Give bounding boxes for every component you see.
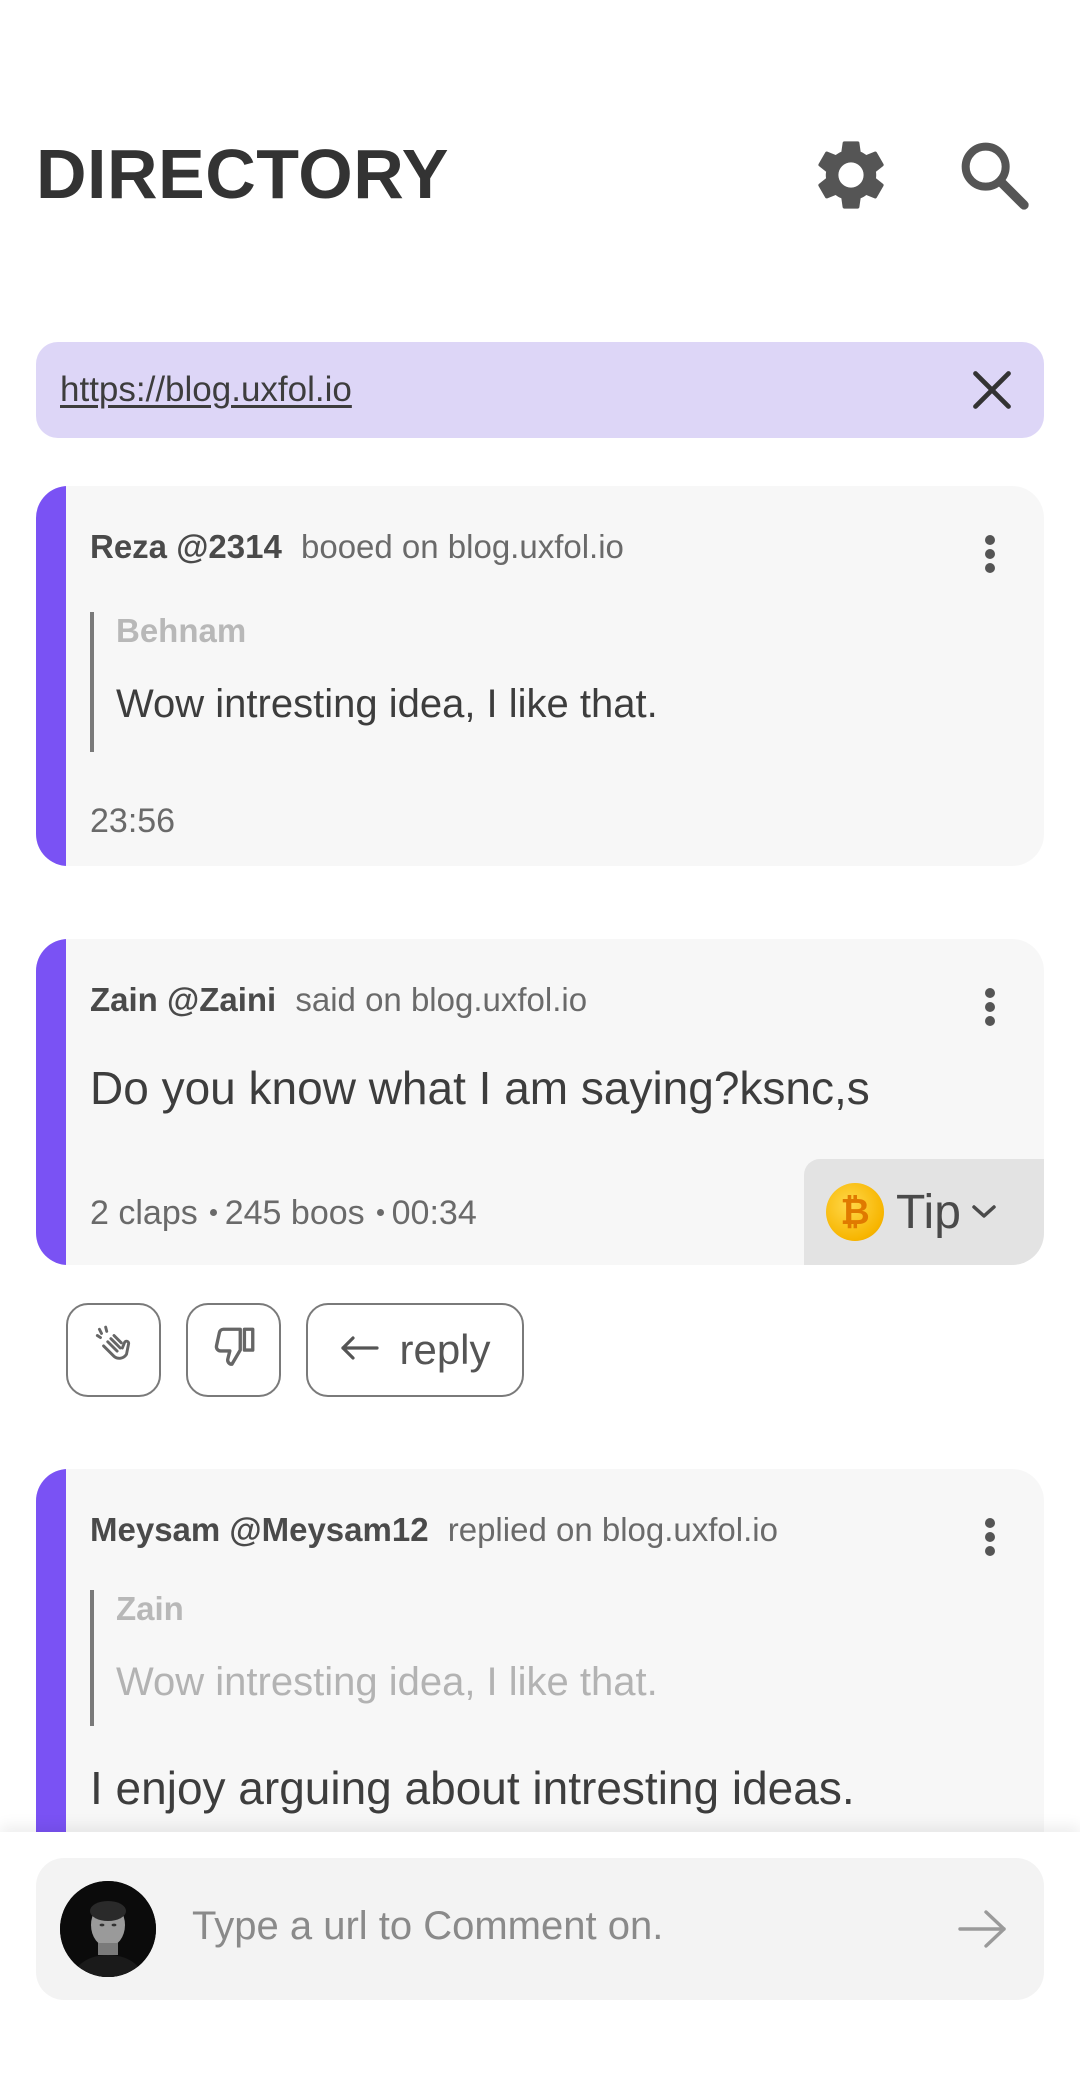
comment-text: I enjoy arguing about intresting ideas. [90, 1762, 855, 1814]
close-icon[interactable] [962, 360, 1022, 420]
composer-bar [0, 1832, 1080, 2100]
author-handle[interactable]: @Zaini [167, 981, 276, 1018]
author-handle[interactable]: @Meysam12 [229, 1511, 428, 1548]
clap-button[interactable] [66, 1303, 161, 1397]
feed-card[interactable]: Reza @2314 booed on blog.uxfol.io Behnam… [36, 486, 1044, 866]
avatar[interactable] [60, 1881, 156, 1977]
boo-button[interactable] [186, 1303, 281, 1397]
quote-text: Wow intresting idea, I like that. [116, 682, 658, 726]
card-accent-bar [36, 939, 66, 1265]
search-icon[interactable] [949, 130, 1039, 220]
reply-label: reply [399, 1326, 491, 1373]
claps-count: 2 claps [90, 1194, 198, 1232]
card-meta: Reza @2314 booed on blog.uxfol.io [90, 528, 624, 566]
url-filter-chip[interactable]: https://blog.uxfol.io [36, 342, 1044, 438]
chevron-down-icon [971, 1203, 997, 1221]
quote-author: Behnam [116, 612, 247, 649]
author-name[interactable]: Reza [90, 528, 167, 565]
card-meta: Zain @Zaini said on blog.uxfol.io [90, 981, 587, 1019]
reply-button[interactable]: reply [306, 1303, 524, 1397]
page-title: DIRECTORY [36, 135, 449, 213]
more-vert-icon[interactable] [972, 524, 1008, 584]
comment-stats: 2 claps 245 boos 00:34 [90, 1194, 477, 1233]
card-action: said on blog.uxfol.io [295, 981, 588, 1018]
clap-icon [89, 1323, 139, 1378]
composer [36, 1858, 1044, 2000]
feed-card[interactable]: Meysam @Meysam12 replied on blog.uxfol.i… [36, 1469, 1044, 1889]
more-vert-icon[interactable] [972, 1507, 1008, 1567]
quoted-comment: Behnam Wow intresting idea, I like that. [90, 612, 658, 752]
card-meta: Meysam @Meysam12 replied on blog.uxfol.i… [90, 1511, 778, 1549]
author-name[interactable]: Meysam [90, 1511, 220, 1548]
timestamp: 23:56 [90, 802, 176, 840]
card-accent-bar [36, 1469, 66, 1889]
card-accent-bar [36, 486, 66, 866]
author-name[interactable]: Zain [90, 981, 158, 1018]
tip-button[interactable]: ₿ Tip [804, 1159, 1044, 1265]
card-action: replied on blog.uxfol.io [447, 1511, 778, 1548]
quoted-comment: Zain Wow intresting idea, I like that. [90, 1590, 658, 1726]
comment-text: Do you know what I am saying?ksnc,s [90, 1062, 870, 1114]
timestamp: 00:34 [391, 1194, 477, 1232]
gear-icon[interactable] [806, 130, 896, 220]
tip-label: Tip [896, 1185, 961, 1239]
author-handle[interactable]: @2314 [176, 528, 282, 565]
thumbs-down-icon [209, 1323, 259, 1378]
bitcoin-icon: ₿ [826, 1183, 884, 1241]
arrow-right-icon[interactable] [952, 1898, 1014, 1960]
boos-count: 245 boos [224, 1194, 365, 1232]
quote-author: Zain [116, 1590, 184, 1627]
card-action: booed on blog.uxfol.io [300, 528, 624, 565]
url-filter-value[interactable]: https://blog.uxfol.io [60, 370, 352, 410]
reply-arrow-icon [339, 1333, 381, 1368]
feed-card[interactable]: Zain @Zaini said on blog.uxfol.io Do you… [36, 939, 1044, 1265]
url-comment-input[interactable] [192, 1904, 892, 1949]
app-header: DIRECTORY [36, 120, 1044, 230]
more-vert-icon[interactable] [972, 977, 1008, 1037]
quote-text: Wow intresting idea, I like that. [116, 1660, 658, 1704]
